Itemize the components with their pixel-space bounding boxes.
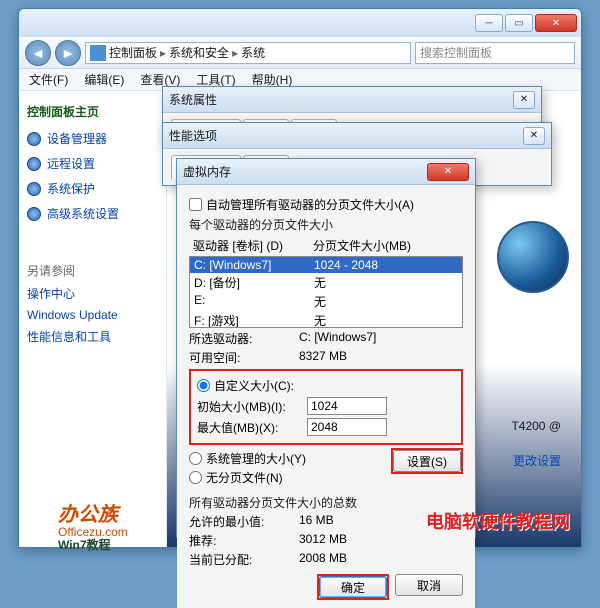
maximize-button[interactable]: ▭ (505, 14, 533, 32)
cpu-label: T4200 @ (511, 419, 561, 433)
drive-row[interactable]: E:无 (190, 292, 462, 311)
set-button[interactable]: 设置(S) (393, 450, 461, 472)
dlg1-titlebar: 系统属性 ✕ (163, 87, 541, 113)
shield-icon (27, 132, 41, 146)
windows-orb-icon (497, 221, 569, 293)
dlg1-close-button[interactable]: ✕ (513, 91, 535, 109)
virtual-memory-dialog: 虚拟内存 ✕ 自动管理所有驱动器的分页文件大小(A) 每个驱动器的分页文件大小 … (176, 158, 476, 538)
sidebar-link-advanced[interactable]: 高级系统设置 (27, 205, 158, 222)
ref-action-center[interactable]: 操作中心 (27, 285, 158, 302)
custom-size-block: 自定义大小(C): 初始大小(MB)(I): 最大值(MB)(X): (189, 369, 463, 445)
drive-row[interactable]: F: [游戏]无 (190, 311, 462, 328)
max-size-input[interactable] (307, 418, 387, 436)
change-settings-link[interactable]: 更改设置 (513, 452, 561, 469)
auto-manage-checkbox[interactable]: 自动管理所有驱动器的分页文件大小(A) (189, 196, 463, 213)
cancel-button[interactable]: 取消 (395, 574, 463, 596)
sidebar-title[interactable]: 控制面板主页 (27, 103, 158, 120)
drive-row[interactable]: D: [备份]无 (190, 273, 462, 292)
total-label: 所有驱动器分页文件大小的总数 (189, 494, 463, 511)
minimize-button[interactable]: ─ (475, 14, 503, 32)
titlebar: ─ ▭ ✕ (19, 9, 581, 37)
each-drive-label: 每个驱动器的分页文件大小 (189, 216, 463, 233)
currently-allocated: 当前已分配:2008 MB (189, 551, 463, 568)
min-allowed: 允许的最小值:16 MB (189, 513, 463, 530)
close-button[interactable]: ✕ (535, 14, 577, 32)
dialog-buttons: 确定 取消 (189, 574, 463, 600)
forward-button[interactable]: ► (55, 40, 81, 66)
dlg3-close-button[interactable]: ✕ (427, 163, 469, 181)
ref-perf-info[interactable]: 性能信息和工具 (27, 328, 158, 345)
logo-watermark: 办公族 Officezu.com Win7教程 (58, 504, 128, 552)
search-placeholder: 搜索控制面板 (420, 44, 492, 61)
crumb-2[interactable]: 系统 (241, 44, 265, 61)
menu-edit[interactable]: 编辑(E) (84, 71, 124, 88)
shield-icon (27, 157, 41, 171)
recommended: 推荐:3012 MB (189, 532, 463, 549)
dlg3-titlebar: 虚拟内存 ✕ (177, 159, 475, 185)
no-paging-radio[interactable]: 无分页文件(N) (189, 469, 306, 486)
crumb-1[interactable]: 系统和安全 (169, 44, 229, 61)
sidebar-see-also: 另请参阅 操作中心 Windows Update 性能信息和工具 (27, 262, 158, 345)
max-size-field: 最大值(MB)(X): (197, 418, 455, 436)
crumb-0[interactable]: 控制面板 (109, 44, 157, 61)
drive-row[interactable]: C: [Windows7]1024 - 2048 (190, 257, 462, 273)
sidebar: 控制面板主页 设备管理器 远程设置 系统保护 高级系统设置 另请参阅 操作中心 … (19, 91, 167, 547)
control-panel-icon (90, 45, 106, 61)
address-bar[interactable]: 控制面板▸ 系统和安全▸ 系统 (85, 42, 411, 64)
dlg2-close-button[interactable]: ✕ (523, 127, 545, 145)
shield-icon (27, 182, 41, 196)
sidebar-link-protection[interactable]: 系统保护 (27, 180, 158, 197)
ref-windows-update[interactable]: Windows Update (27, 308, 158, 322)
selected-drive: 所选驱动器:C: [Windows7] (189, 330, 463, 347)
ok-button[interactable]: 确定 (319, 576, 387, 598)
drive-list-header: 驱动器 [卷标] (D) 分页文件大小(MB) (189, 235, 463, 256)
dlg3-title: 虚拟内存 (183, 163, 231, 180)
custom-size-radio[interactable]: 自定义大小(C): (197, 377, 455, 394)
system-managed-radio[interactable]: 系统管理的大小(Y) (189, 450, 306, 467)
menu-file[interactable]: 文件(F) (29, 71, 68, 88)
navbar: ◄ ► 控制面板▸ 系统和安全▸ 系统 搜索控制面板 (19, 37, 581, 69)
dlg2-title: 性能选项 (169, 127, 217, 144)
available-space: 可用空间:8327 MB (189, 349, 463, 366)
sidebar-link-device-manager[interactable]: 设备管理器 (27, 130, 158, 147)
dlg1-title: 系统属性 (169, 91, 217, 108)
drive-list[interactable]: C: [Windows7]1024 - 2048 D: [备份]无 E:无 F:… (189, 256, 463, 328)
initial-size-field: 初始大小(MB)(I): (197, 397, 455, 415)
back-button[interactable]: ◄ (25, 40, 51, 66)
dlg3-body: 自动管理所有驱动器的分页文件大小(A) 每个驱动器的分页文件大小 驱动器 [卷标… (177, 185, 475, 608)
dlg2-titlebar: 性能选项 ✕ (163, 123, 551, 149)
shield-icon (27, 207, 41, 221)
search-input[interactable]: 搜索控制面板 (415, 42, 575, 64)
site-watermark: 电脑软硬件教程网 (426, 508, 570, 534)
sidebar-link-remote[interactable]: 远程设置 (27, 155, 158, 172)
initial-size-input[interactable] (307, 397, 387, 415)
